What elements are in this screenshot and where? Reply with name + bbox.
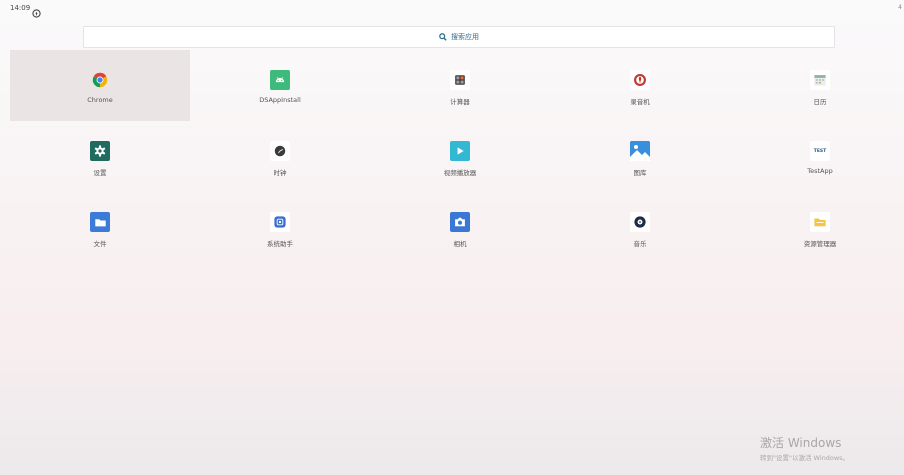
app-label: 计算器 (450, 98, 470, 106)
app-label: 时钟 (273, 169, 287, 177)
system-assistant-icon (270, 212, 290, 232)
calendar-icon (810, 70, 830, 90)
recorder-icon (630, 70, 650, 90)
app-label: 资源管理器 (803, 240, 837, 248)
app-tile-camera[interactable]: 相机 (370, 192, 550, 263)
app-label: Chrome (87, 96, 113, 104)
video-player-icon (450, 141, 470, 161)
app-label: 相机 (453, 240, 467, 248)
app-tile-chrome[interactable]: Chrome (10, 50, 190, 121)
app-tile-system-assistant[interactable]: 系统助手 (190, 192, 370, 263)
app-tile-music[interactable]: 音乐 (550, 192, 730, 263)
app-label: 视频播放器 (443, 169, 477, 177)
camera-icon (450, 212, 470, 232)
app-tile-calendar[interactable]: 日历 (730, 50, 904, 121)
app-tile-calculator[interactable]: 计算器 (370, 50, 550, 121)
app-label: 设置 (93, 169, 107, 177)
testapp-icon: TEST (810, 141, 830, 161)
file-manager-icon (810, 212, 830, 232)
app-label: DSAppInstall (259, 96, 301, 104)
app-tile-testapp[interactable]: TEST TestApp (730, 121, 904, 192)
search-icon (439, 33, 447, 41)
app-label: 录音机 (630, 98, 650, 106)
app-label: 日历 (813, 98, 827, 106)
testapp-icon-text: TEST (813, 148, 827, 154)
android-icon (270, 70, 290, 90)
app-label: 文件 (93, 240, 107, 248)
app-label: 系统助手 (267, 240, 293, 248)
settings-icon (90, 141, 110, 161)
watermark-subtitle: 转到"设置"以激活 Windows。 (760, 454, 850, 462)
calculator-icon (450, 70, 470, 90)
folder-icon (90, 212, 110, 232)
app-tile-dsappinstall[interactable]: DSAppInstall (190, 50, 370, 121)
app-tile-file-manager[interactable]: 资源管理器 (730, 192, 904, 263)
app-grid: Chrome DSAppInstall 计算器 录音机 日历 设置 时钟 视频播… (10, 50, 904, 263)
clock-icon (270, 141, 290, 161)
app-tile-clock[interactable]: 时钟 (190, 121, 370, 192)
search-placeholder: 搜索应用 (451, 33, 479, 41)
gallery-icon (630, 141, 650, 161)
app-label: 图库 (633, 169, 647, 177)
app-tile-settings[interactable]: 设置 (10, 121, 190, 192)
app-tile-files[interactable]: 文件 (10, 192, 190, 263)
app-label: TestApp (807, 167, 833, 175)
app-tile-video-player[interactable]: 视频播放器 (370, 121, 550, 192)
app-tile-recorder[interactable]: 录音机 (550, 50, 730, 121)
app-search-bar[interactable]: 搜索应用 (83, 26, 835, 48)
notification-icon (32, 3, 41, 18)
status-time: 14:09 (10, 4, 31, 12)
watermark-title: 激活 Windows (760, 436, 842, 450)
music-icon (630, 212, 650, 232)
chrome-icon (90, 70, 110, 90)
status-bar: 14:09 4 (0, 0, 904, 18)
app-label: 音乐 (633, 240, 647, 248)
status-right-indicator: 4 (898, 4, 902, 11)
activate-windows-watermark: 激活 Windows 转到"设置"以激活 Windows。 (760, 436, 849, 462)
app-tile-gallery[interactable]: 图库 (550, 121, 730, 192)
